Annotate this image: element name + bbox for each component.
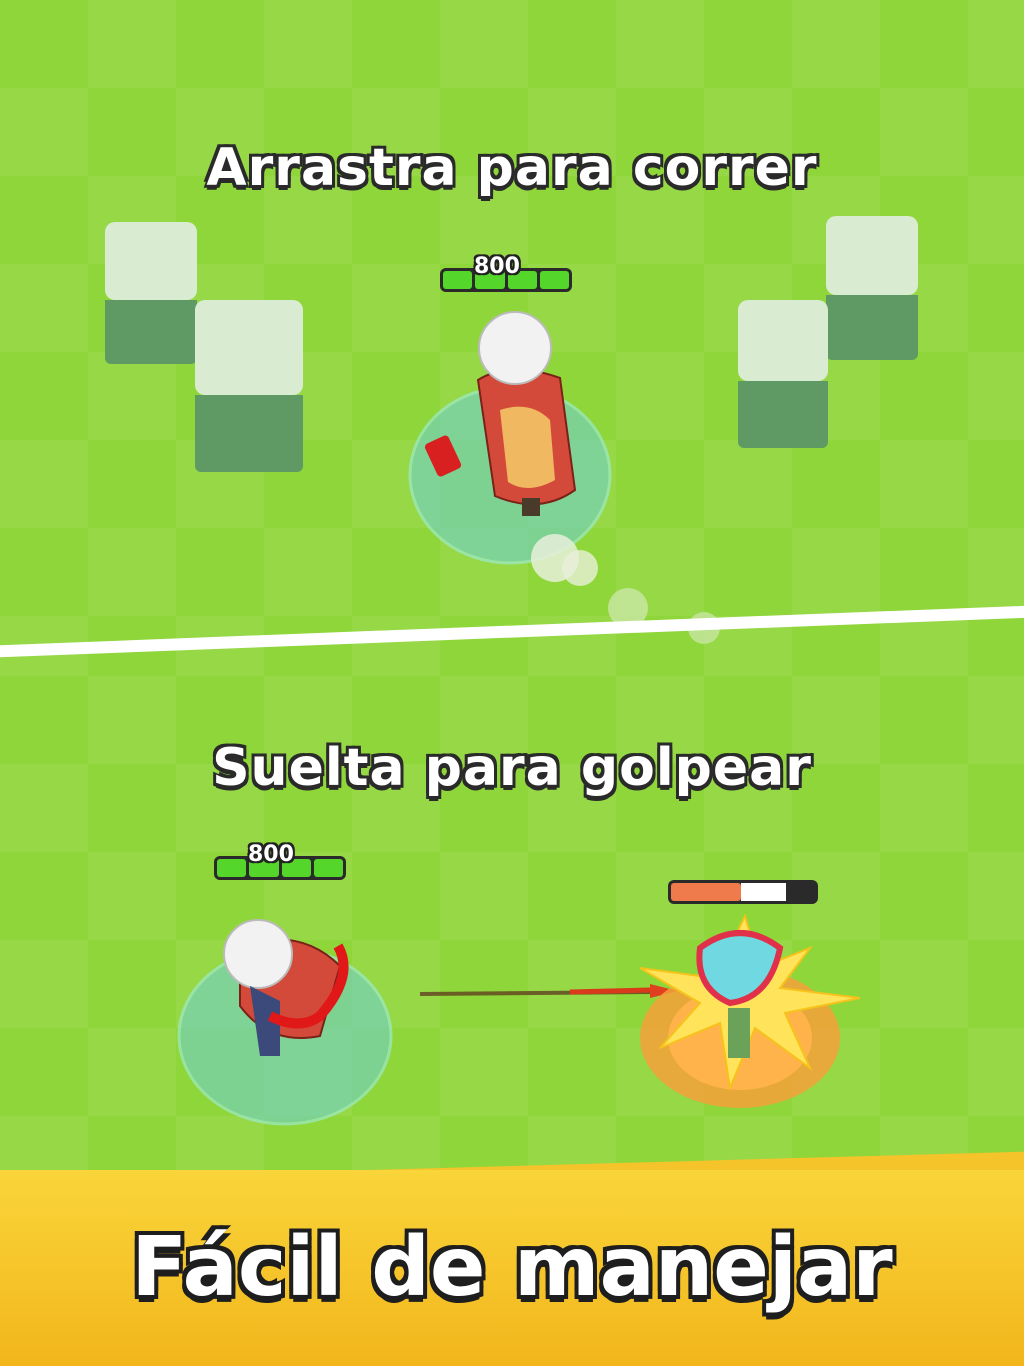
stone-block xyxy=(738,300,828,448)
hero-hp-value: 800 xyxy=(248,842,294,867)
stone-block xyxy=(195,300,303,472)
hero-hp-value: 800 xyxy=(474,254,520,279)
bottom-caption: Suelta para golpear xyxy=(212,738,812,798)
stone-block xyxy=(105,222,197,364)
enemy-plant-monster[interactable] xyxy=(620,908,870,1118)
stone-block xyxy=(826,216,918,360)
hero-archer-attacking[interactable] xyxy=(170,906,410,1126)
enemy-health-bar xyxy=(668,880,818,904)
top-caption: Arrastra para correr xyxy=(206,138,818,198)
bottom-scene: Suelta para golpear 800 xyxy=(0,676,1024,1196)
banner-title: Fácil de manejar xyxy=(131,1220,893,1315)
top-scene: Arrastra para correr 800 xyxy=(0,0,1024,676)
dust-trail xyxy=(608,588,720,644)
